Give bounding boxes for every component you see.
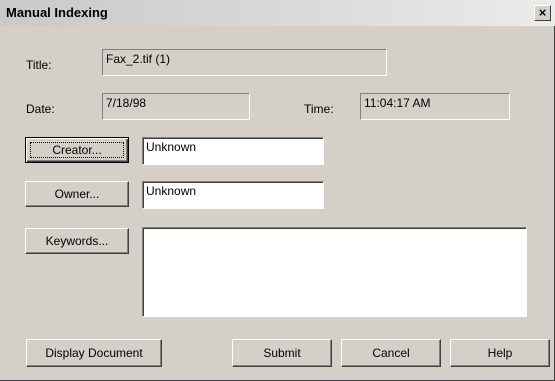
date-label: Date: xyxy=(26,102,55,116)
submit-label: Submit xyxy=(263,346,301,360)
time-field: 11:04:17 AM xyxy=(360,93,510,120)
title-label: Title: xyxy=(26,58,52,72)
close-icon: × xyxy=(538,5,547,20)
cancel-button[interactable]: Cancel xyxy=(341,339,441,367)
display-document-button[interactable]: Display Document xyxy=(26,339,162,367)
owner-button-label: Owner... xyxy=(54,187,100,201)
help-label: Help xyxy=(487,346,513,360)
creator-button[interactable]: Creator... xyxy=(25,137,129,163)
owner-button[interactable]: Owner... xyxy=(25,181,129,207)
creator-button-label: Creator... xyxy=(52,143,102,157)
close-button[interactable]: × xyxy=(534,5,551,21)
cancel-label: Cancel xyxy=(372,346,410,360)
window-title: Manual Indexing xyxy=(6,5,108,20)
date-field: 7/18/98 xyxy=(102,93,250,120)
keywords-textarea[interactable] xyxy=(142,227,527,317)
submit-button[interactable]: Submit xyxy=(232,339,332,367)
owner-input[interactable]: Unknown xyxy=(142,181,324,209)
creator-input[interactable]: Unknown xyxy=(142,137,324,165)
help-button[interactable]: Help xyxy=(450,339,550,367)
display-document-label: Display Document xyxy=(45,346,143,360)
time-label: Time: xyxy=(304,102,334,116)
keywords-button[interactable]: Keywords... xyxy=(25,228,129,254)
title-field: Fax_2.tif (1) xyxy=(102,49,387,76)
manual-indexing-dialog: Manual Indexing × Title: Fax_2.tif (1) D… xyxy=(0,0,555,381)
title-bar[interactable]: Manual Indexing × xyxy=(0,0,555,26)
keywords-button-label: Keywords... xyxy=(45,234,109,248)
